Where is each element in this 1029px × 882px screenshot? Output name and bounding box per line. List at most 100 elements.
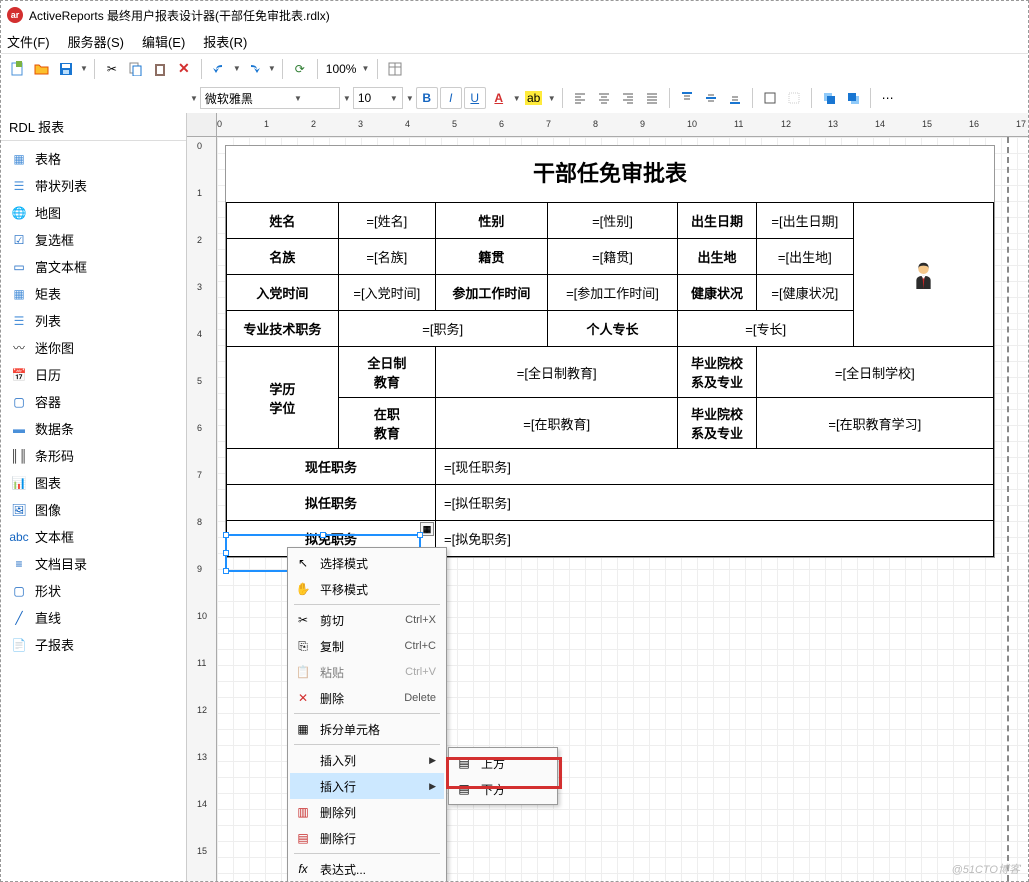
- ctx-insert-below[interactable]: ▤下方: [451, 776, 555, 802]
- toolbox-matrix[interactable]: ▦矩表: [1, 280, 186, 307]
- border-none-button[interactable]: [783, 87, 805, 109]
- textbox-icon: abc: [11, 529, 27, 545]
- toolbox-calendar[interactable]: 📅日历: [1, 361, 186, 388]
- split-icon: ▦: [294, 720, 312, 738]
- richtext-icon: ▭: [11, 259, 27, 275]
- cut-button[interactable]: ✂: [101, 58, 123, 80]
- ctx-pan-mode[interactable]: ✋平移模式: [290, 576, 444, 602]
- toolbox-list[interactable]: ☰带状列表: [1, 172, 186, 199]
- copy-button[interactable]: [125, 58, 147, 80]
- properties-button[interactable]: [384, 58, 406, 80]
- ctx-paste[interactable]: 📋粘贴Ctrl+V: [290, 659, 444, 685]
- panel-title: RDL 报表: [1, 113, 186, 141]
- toolbox-image[interactable]: 🖼图像: [1, 496, 186, 523]
- style-dropdown[interactable]: ▼: [190, 94, 198, 103]
- paste-button[interactable]: [149, 58, 171, 80]
- avatar-icon: [856, 258, 991, 289]
- globe-icon: 🌐: [11, 205, 27, 221]
- toolbox-shape[interactable]: ▢形状: [1, 577, 186, 604]
- valign-top-button[interactable]: [676, 87, 698, 109]
- cell-name-label[interactable]: 姓名: [227, 203, 339, 239]
- cell-dob-label[interactable]: 出生日期: [678, 203, 756, 239]
- new-button[interactable]: [7, 58, 29, 80]
- cell-dob-value[interactable]: =[出生日期]: [756, 203, 853, 239]
- cell-photo[interactable]: [854, 203, 994, 347]
- menu-report[interactable]: 报表(R): [203, 32, 247, 51]
- paste-icon: 📋: [294, 663, 312, 681]
- ctx-copy[interactable]: ⎘复制Ctrl+C: [290, 633, 444, 659]
- ctx-insert-row[interactable]: 插入行▶ ▤上方 ▤下方: [290, 773, 444, 799]
- insert-above-icon: ▤: [455, 754, 473, 772]
- cell-tag-icon[interactable]: ▦: [420, 522, 434, 536]
- border-button[interactable]: [759, 87, 781, 109]
- approval-table[interactable]: 姓名 =[姓名] 性别 =[性别] 出生日期 =[出生日期]: [226, 202, 994, 557]
- toolbox-listbox[interactable]: ☰列表: [1, 307, 186, 334]
- toolbox-databar[interactable]: ▬数据条: [1, 415, 186, 442]
- font-select[interactable]: 微软雅黑▼: [200, 87, 340, 109]
- toolbox-toc[interactable]: ≡文档目录: [1, 550, 186, 577]
- ctx-insert-col[interactable]: 插入列▶: [290, 747, 444, 773]
- save-dropdown[interactable]: ▼: [80, 64, 88, 73]
- report-body[interactable]: 干部任免审批表 姓名 =[姓名] 性别 =[性别] 出生日期 =[出生日期]: [225, 145, 995, 558]
- delete-button[interactable]: ✕: [173, 58, 195, 80]
- ctx-select-mode[interactable]: ↖选择模式: [290, 550, 444, 576]
- more-button[interactable]: ⋯: [877, 87, 899, 109]
- toolbox-spark[interactable]: 〰迷你图: [1, 334, 186, 361]
- send-back-button[interactable]: [842, 87, 864, 109]
- shape-icon: ▢: [11, 583, 27, 599]
- ctx-insert-above[interactable]: ▤上方: [451, 750, 555, 776]
- font-style-dropdown[interactable]: ▼: [343, 94, 351, 103]
- cell-name-value[interactable]: =[姓名]: [338, 203, 435, 239]
- undo-button[interactable]: [208, 58, 230, 80]
- bold-button[interactable]: B: [416, 87, 438, 109]
- toolbox-checkbox[interactable]: ☑复选框: [1, 226, 186, 253]
- report-title[interactable]: 干部任免审批表: [226, 146, 994, 202]
- open-button[interactable]: [31, 58, 53, 80]
- underline-button[interactable]: U: [464, 87, 486, 109]
- redo-button[interactable]: [243, 58, 265, 80]
- valign-bottom-button[interactable]: [724, 87, 746, 109]
- align-right-button[interactable]: [617, 87, 639, 109]
- font-color-button[interactable]: A: [488, 87, 510, 109]
- size-dropdown[interactable]: ▼: [406, 94, 414, 103]
- toolbox-chart[interactable]: 📊图表: [1, 469, 186, 496]
- menu-file[interactable]: 文件(F): [7, 32, 50, 51]
- app-icon: ar: [7, 7, 23, 23]
- design-surface[interactable]: 01234567891011121314151617181920 0123456…: [187, 113, 1028, 881]
- undo-dropdown[interactable]: ▼: [233, 64, 241, 73]
- ctx-delete-row[interactable]: ▤删除行: [290, 825, 444, 851]
- menu-edit[interactable]: 编辑(E): [142, 32, 185, 51]
- context-menu: ↖选择模式 ✋平移模式 ✂剪切Ctrl+X ⎘复制Ctrl+C 📋粘贴Ctrl+…: [287, 547, 447, 881]
- redo-dropdown[interactable]: ▼: [268, 64, 276, 73]
- delete-icon: ✕: [294, 689, 312, 707]
- calendar-icon: 📅: [11, 367, 27, 383]
- bring-front-button[interactable]: [818, 87, 840, 109]
- ctx-delete[interactable]: ✕删除Delete: [290, 685, 444, 711]
- toolbox-container[interactable]: ▢容器: [1, 388, 186, 415]
- zoom-select[interactable]: 100%▼: [324, 59, 372, 79]
- toolbox-textbox[interactable]: abc文本框: [1, 523, 186, 550]
- ctx-cut[interactable]: ✂剪切Ctrl+X: [290, 607, 444, 633]
- highlight-button[interactable]: ab: [523, 87, 545, 109]
- italic-button[interactable]: I: [440, 87, 462, 109]
- cut-icon: ✂: [294, 611, 312, 629]
- toolbox-subreport[interactable]: 📄子报表: [1, 631, 186, 658]
- cell-gender-label[interactable]: 性别: [435, 203, 547, 239]
- toolbox-line[interactable]: ╱直线: [1, 604, 186, 631]
- toolbox-table[interactable]: ▦表格: [1, 145, 186, 172]
- save-button[interactable]: [55, 58, 77, 80]
- size-select[interactable]: 10▼: [353, 87, 403, 109]
- menu-server[interactable]: 服务器(S): [68, 32, 124, 51]
- cell-gender-value[interactable]: =[性别]: [547, 203, 678, 239]
- ctx-split-cell[interactable]: ▦拆分单元格: [290, 716, 444, 742]
- valign-middle-button[interactable]: [700, 87, 722, 109]
- align-justify-button[interactable]: [641, 87, 663, 109]
- toolbox-barcode[interactable]: ║║条形码: [1, 442, 186, 469]
- ctx-expression[interactable]: fx表达式...: [290, 856, 444, 881]
- align-left-button[interactable]: [569, 87, 591, 109]
- align-center-button[interactable]: [593, 87, 615, 109]
- toolbox-richtext[interactable]: ▭富文本框: [1, 253, 186, 280]
- toolbox-globe[interactable]: 🌐地图: [1, 199, 186, 226]
- ctx-delete-col[interactable]: ▥删除列: [290, 799, 444, 825]
- refresh-button[interactable]: ⟳: [289, 58, 311, 80]
